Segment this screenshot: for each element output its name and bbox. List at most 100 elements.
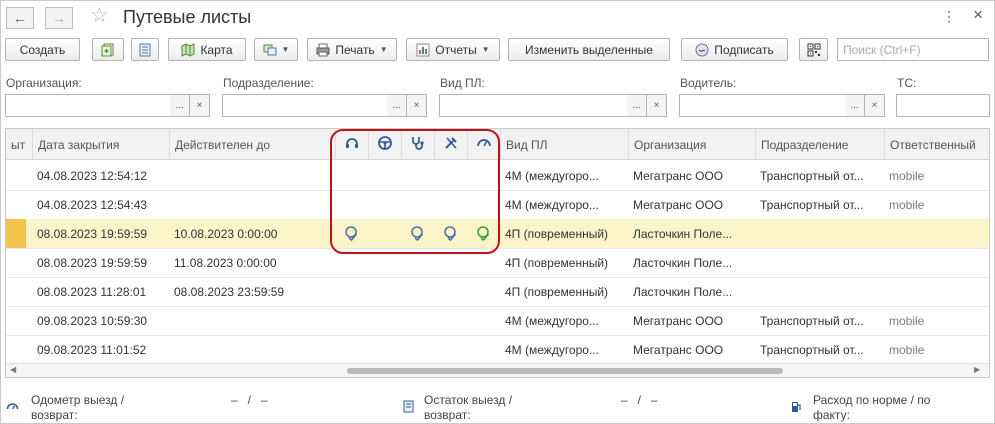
cell-department: Транспортный от... [760,198,864,212]
department-clear-icon[interactable]: × [407,94,427,117]
organization-clear-icon[interactable]: × [190,94,210,117]
cell-department [755,219,884,248]
page-title: Путевые листы [123,7,252,27]
vehicle-field[interactable] [896,94,990,117]
sign-icon [695,43,709,57]
cell-responsible: mobile [889,169,925,183]
cell-organization: Ласточкин Поле... [633,227,733,241]
driver-select-button[interactable]: ... [845,94,865,117]
cell-valid-until [169,335,335,364]
cell-waybill-type: 4М (междугоро... [505,169,599,183]
chevron-down-icon: ▼ [281,45,290,54]
cell-close-date: 09.08.2023 11:01:52 [37,343,147,357]
cell-waybill-type: 4П (повременный) [505,227,609,241]
edit-selected-button[interactable]: Изменить выделенные [508,38,670,61]
organization-field[interactable] [5,94,171,117]
back-button[interactable]: ← [6,7,34,29]
cell-close-date: 04.08.2023 12:54:12 [37,169,148,183]
forward-button[interactable]: → [45,7,73,29]
cell-organization: Мегатранс ООО [633,343,724,357]
scroll-right-icon[interactable]: ▶ [974,365,980,374]
horizontal-scrollbar[interactable]: ◀ ▶ [6,363,989,377]
cell-waybill-type: 4М (междугоро... [505,314,599,328]
cell-organization: Мегатранс ООО [633,198,724,212]
more-icon[interactable]: ⋮ [942,8,957,25]
cell-close-date: 08.08.2023 19:59:59 [37,256,148,270]
cell-department: Транспортный от... [760,169,864,183]
cell-waybill-type: 4П (повременный) [505,256,609,270]
chevron-down-icon: ▼ [379,45,388,54]
highlight-annotation [330,129,500,254]
search-input[interactable]: Поиск (Ctrl+F) [837,38,989,61]
filter-label-organization: Организация: [6,76,82,90]
department-select-button[interactable]: ... [387,94,407,117]
waybill-type-select-button[interactable]: ... [627,94,647,117]
department-field[interactable] [222,94,388,117]
organization-select-button[interactable]: ... [170,94,190,117]
cell-department [755,248,884,277]
driver-field[interactable] [679,94,846,117]
cell-department [755,277,884,306]
cell-organization: Ласточкин Поле... [633,285,733,299]
remainder-label: Остаток выезд / возврат: [424,393,513,422]
filter-label-vehicle: ТС: [897,76,917,90]
cell-close-date: 09.08.2023 10:59:30 [37,314,148,328]
header-responsible[interactable]: Ответственный [884,129,989,160]
cell-responsible [884,219,989,248]
cell-responsible: mobile [889,343,925,357]
sign-button[interactable]: Подписать [681,38,788,61]
header-close-date[interactable]: Дата закрытия [32,129,169,160]
map-button[interactable]: Карта [168,38,246,61]
cell-valid-until [169,161,335,190]
list-icon [138,43,152,57]
qr-code-icon [807,43,821,57]
cell-department: Транспортный от... [760,343,864,357]
cell-close-date: 08.08.2023 19:59:59 [37,227,148,241]
cell-waybill-type: 4П (повременный) [505,285,609,299]
table-row[interactable]: 09.08.2023 11:01:52 4М (междугоро... Мегат… [6,335,989,365]
header-department[interactable]: Подразделение [755,129,884,160]
fuel-pump-icon [790,400,803,416]
cell-department: Транспортный от... [760,314,864,328]
cell-responsible [884,277,989,306]
table-row[interactable]: 09.08.2023 10:59:30 4М (междугоро... Мегат… [6,306,989,336]
table-row[interactable]: 08.08.2023 11:28:01 08.08.2023 23:59:59 4П… [6,277,989,307]
cell-responsible [884,248,989,277]
scrollbar-thumb[interactable] [347,368,783,374]
driver-clear-icon[interactable]: × [865,94,885,117]
cell-responsible: mobile [889,314,925,328]
copy-button[interactable] [92,38,124,61]
cell-organization: Ласточкин Поле... [633,256,733,270]
exchange-dropdown-button[interactable]: ▼ [254,38,298,61]
cell-valid-until [169,190,335,219]
cell-organization: Мегатранс ООО [633,169,724,183]
scroll-left-icon[interactable]: ◀ [10,365,16,374]
close-icon[interactable]: × [973,5,983,25]
exchange-icon [263,43,277,57]
map-icon [181,42,195,57]
reports-button[interactable]: Отчеты ▼ [406,38,500,61]
odometer-label: Одометр выезд / возврат: [31,393,125,422]
waybill-type-clear-icon[interactable]: × [647,94,667,117]
list-button[interactable] [131,38,159,61]
header-valid-until[interactable]: Действителен до [169,129,335,160]
table-row[interactable]: 08.08.2023 19:59:59 11.08.2023 0:00:00 4П … [6,248,989,278]
favorite-star-icon[interactable]: ☆ [90,4,109,28]
header-c0[interactable]: ыт [6,129,32,160]
header-waybill-type[interactable]: Вид ПЛ [500,129,628,160]
printer-icon [316,43,330,57]
qr-code-button[interactable] [799,38,828,61]
cell-valid-until: 10.08.2023 0:00:00 [174,227,278,241]
odometer-value: – / – [231,393,268,407]
odometer-icon [6,400,19,416]
consumption-label: Расход по норме / по факту: [813,393,931,422]
fuel-remainder-icon [402,400,415,416]
cell-valid-until: 08.08.2023 23:59:59 [174,285,285,299]
selected-row-marker [6,219,26,248]
header-organization[interactable]: Организация [628,129,755,160]
cell-waybill-type: 4М (междугоро... [505,343,599,357]
create-button[interactable]: Создать [5,38,80,61]
print-button[interactable]: Печать ▼ [307,38,397,61]
waybill-type-field[interactable] [439,94,628,117]
remainder-value: – / – [621,393,658,407]
